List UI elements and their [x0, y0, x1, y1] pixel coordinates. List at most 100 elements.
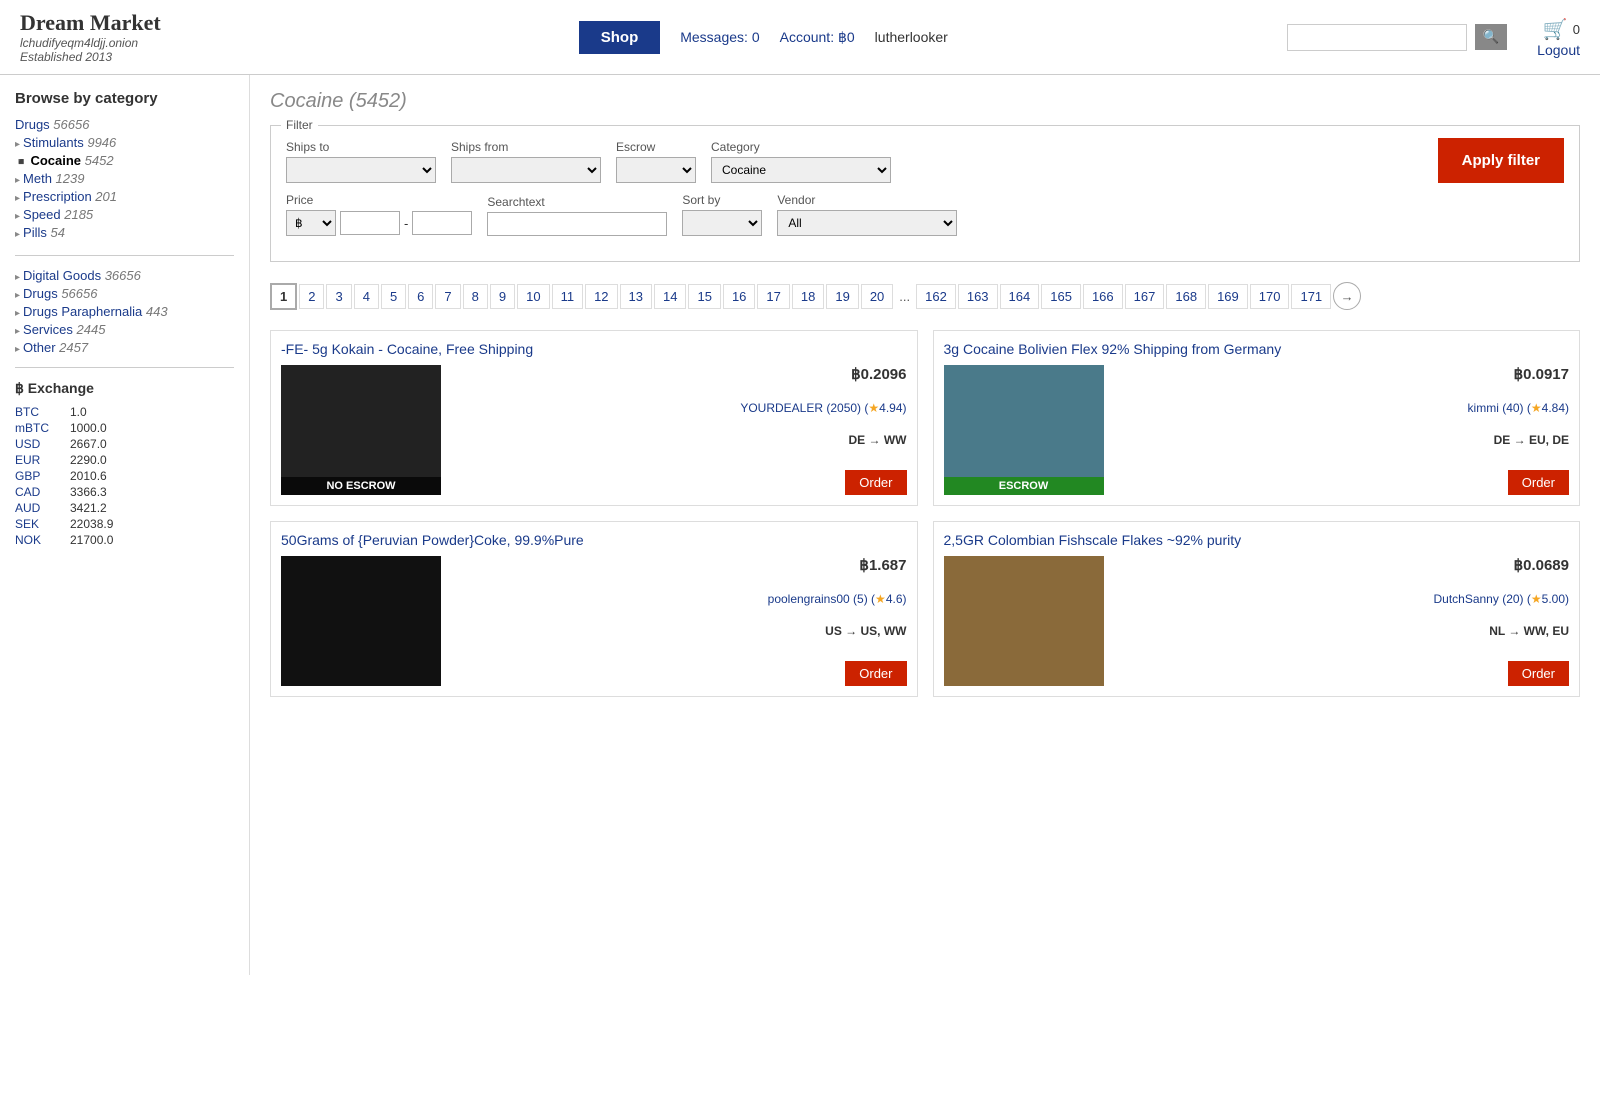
search-input[interactable] — [1287, 24, 1467, 51]
ships-from-label: Ships from — [451, 140, 601, 154]
page-link-3[interactable]: 3 — [326, 284, 351, 309]
page-link-18[interactable]: 18 — [792, 284, 824, 309]
page-link-169[interactable]: 169 — [1208, 284, 1248, 309]
ships-from-group: Ships from — [451, 140, 601, 183]
logo-sub: lchudifyeqm4ldjj.onion — [20, 36, 240, 50]
sortby-select[interactable] — [682, 210, 762, 236]
price-label: Price — [286, 193, 472, 207]
product-card-2: 50Grams of {Peruvian Powder}Coke, 99.9%P… — [270, 521, 918, 697]
product-body-2: ฿1.687 poolengrains00 (5) (★4.6) US → US… — [281, 556, 907, 686]
cart-icon: 🛒 — [1543, 17, 1568, 42]
product-vendor-1[interactable]: kimmi (40) (★4.84) — [1114, 401, 1570, 415]
page-link-9[interactable]: 9 — [490, 284, 515, 309]
price-row: ฿ - — [286, 210, 472, 236]
product-title-3[interactable]: 2,5GR Colombian Fishscale Flakes ~92% pu… — [944, 532, 1570, 548]
page-link-7[interactable]: 7 — [435, 284, 460, 309]
page-link-168[interactable]: 168 — [1166, 284, 1206, 309]
page-link-20[interactable]: 20 — [861, 284, 893, 309]
product-badge-1: ESCROW — [944, 477, 1104, 495]
category-section: Drugs 56656 ▸Stimulants 9946 ◾Cocaine 5452… — [15, 117, 234, 240]
page-link-16[interactable]: 16 — [723, 284, 755, 309]
page-link-6[interactable]: 6 — [408, 284, 433, 309]
product-order-button-3[interactable]: Order — [1508, 661, 1569, 686]
sidebar-item-drugs[interactable]: Drugs 56656 — [15, 117, 234, 132]
nav-account[interactable]: Account: ฿0 — [780, 29, 855, 46]
logo-title: Dream Market — [20, 10, 240, 36]
page-link-13[interactable]: 13 — [620, 284, 652, 309]
sidebar-item-meth[interactable]: ▸Meth 1239 — [15, 171, 234, 186]
product-shipping-1: DE → EU, DE — [1114, 433, 1570, 447]
page-link-170[interactable]: 170 — [1250, 284, 1290, 309]
exchange-rate-usd: USD2667.0 — [15, 437, 234, 451]
product-order-button-1[interactable]: Order — [1508, 470, 1569, 495]
page-link-162[interactable]: 162 — [916, 284, 956, 309]
searchtext-input[interactable] — [487, 212, 667, 236]
page-link-8[interactable]: 8 — [463, 284, 488, 309]
page-link-164[interactable]: 164 — [1000, 284, 1040, 309]
vendor-select[interactable]: All — [777, 210, 957, 236]
searchtext-label: Searchtext — [487, 195, 667, 209]
page-link-166[interactable]: 166 — [1083, 284, 1123, 309]
searchtext-group: Searchtext — [487, 195, 667, 236]
product-body-1: ESCROW ฿0.0917 kimmi (40) (★4.84) DE → E… — [944, 365, 1570, 495]
page-link-19[interactable]: 19 — [826, 284, 858, 309]
search-area: 🔍 — [1287, 24, 1508, 51]
product-vendor-2[interactable]: poolengrains00 (5) (★4.6) — [451, 592, 907, 606]
page-link-14[interactable]: 14 — [654, 284, 686, 309]
product-title-2[interactable]: 50Grams of {Peruvian Powder}Coke, 99.9%P… — [281, 532, 907, 548]
sidebar-item-main-drugs[interactable]: ▸Drugs 56656 — [15, 286, 234, 301]
product-title-0[interactable]: -FE- 5g Kokain - Cocaine, Free Shipping — [281, 341, 907, 357]
page-link-17[interactable]: 17 — [757, 284, 789, 309]
product-order-button-2[interactable]: Order — [845, 661, 906, 686]
apply-filter-button[interactable]: Apply filter — [1438, 138, 1564, 183]
page-link-163[interactable]: 163 — [958, 284, 998, 309]
product-vendor-0[interactable]: YOURDEALER (2050) (★4.94) — [451, 401, 907, 415]
page-link-171[interactable]: 171 — [1291, 284, 1331, 309]
pagination-dots: ... — [895, 285, 914, 308]
page-link-167[interactable]: 167 — [1125, 284, 1165, 309]
search-icon: 🔍 — [1483, 29, 1500, 44]
page-link-11[interactable]: 11 — [552, 284, 584, 309]
nav-area: Shop Messages: 0 Account: ฿0 lutherlooke… — [240, 21, 1287, 54]
price-min-input[interactable] — [340, 211, 400, 235]
product-order-button-0[interactable]: Order — [845, 470, 906, 495]
sidebar-main-categories: ▸Digital Goods 36656 ▸Drugs 56656 ▸Drugs P… — [15, 268, 234, 355]
sidebar-item-main-drugs-paraphernalia[interactable]: ▸Drugs Paraphernalia 443 — [15, 304, 234, 319]
product-price-2: ฿1.687 — [451, 556, 907, 574]
main-layout: Browse by category Drugs 56656▸Stimulant… — [0, 75, 1600, 975]
logout-link[interactable]: Logout — [1537, 42, 1580, 58]
sidebar-item-pills[interactable]: ▸Pills 54 — [15, 225, 234, 240]
escrow-label: Escrow — [616, 140, 696, 154]
page-link-15[interactable]: 15 — [688, 284, 720, 309]
ships-to-group: Ships to — [286, 140, 436, 183]
page-link-165[interactable]: 165 — [1041, 284, 1081, 309]
price-currency-select[interactable]: ฿ — [286, 210, 336, 236]
search-button[interactable]: 🔍 — [1475, 24, 1508, 50]
page-link-2[interactable]: 2 — [299, 284, 324, 309]
category-select[interactable]: Cocaine — [711, 157, 891, 183]
product-title-1[interactable]: 3g Cocaine Bolivien Flex 92% Shipping fr… — [944, 341, 1570, 357]
ships-to-select[interactable] — [286, 157, 436, 183]
product-body-3: ฿0.0689 DutchSanny (20) (★5.00) NL → WW,… — [944, 556, 1570, 686]
nav-messages[interactable]: Messages: 0 — [680, 29, 759, 45]
ships-from-select[interactable] — [451, 157, 601, 183]
page-link-4[interactable]: 4 — [354, 284, 379, 309]
page-link-1[interactable]: 1 — [270, 283, 297, 310]
sidebar-item-cocaine[interactable]: ◾Cocaine 5452 — [15, 153, 234, 168]
sidebar-item-speed[interactable]: ▸Speed 2185 — [15, 207, 234, 222]
product-price-0: ฿0.2096 — [451, 365, 907, 383]
pagination-next[interactable]: → — [1333, 282, 1361, 310]
page-link-5[interactable]: 5 — [381, 284, 406, 309]
price-max-input[interactable] — [412, 211, 472, 235]
sidebar-item-stimulants[interactable]: ▸Stimulants 9946 — [15, 135, 234, 150]
vendor-label: Vendor — [777, 193, 957, 207]
escrow-select[interactable] — [616, 157, 696, 183]
product-vendor-3[interactable]: DutchSanny (20) (★5.00) — [1114, 592, 1570, 606]
page-link-10[interactable]: 10 — [517, 284, 549, 309]
page-link-12[interactable]: 12 — [585, 284, 617, 309]
sidebar-item-main-other[interactable]: ▸Other 2457 — [15, 340, 234, 355]
sidebar-item-prescription[interactable]: ▸Prescription 201 — [15, 189, 234, 204]
shop-button[interactable]: Shop — [579, 21, 661, 54]
sidebar-item-main-digital-goods[interactable]: ▸Digital Goods 36656 — [15, 268, 234, 283]
sidebar-item-main-services[interactable]: ▸Services 2445 — [15, 322, 234, 337]
